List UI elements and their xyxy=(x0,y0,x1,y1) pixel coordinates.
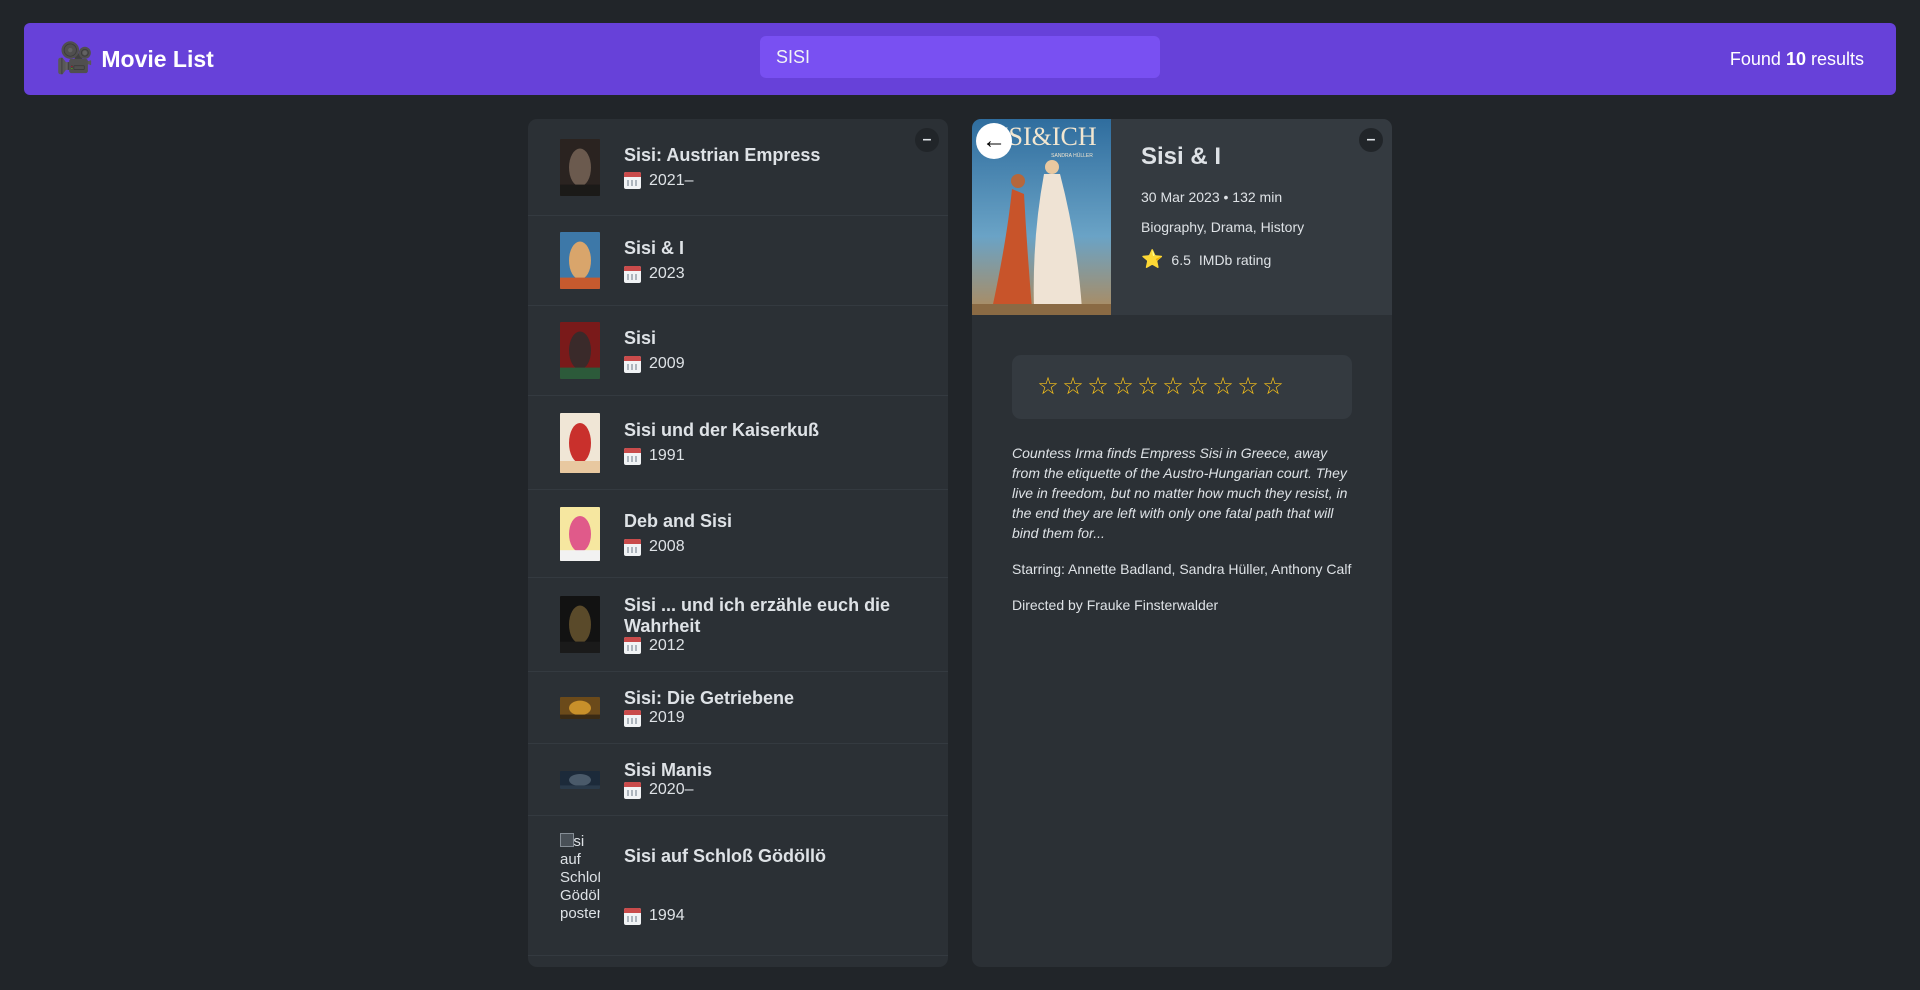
movie-list-item[interactable]: Sisi Manis 2020– xyxy=(528,744,948,816)
runtime: 132 min xyxy=(1232,189,1283,205)
movie-year: 2012 xyxy=(624,637,916,655)
movie-list-item[interactable]: Sisi 2009 xyxy=(528,306,948,396)
results-count: Found 10 results xyxy=(1729,49,1864,69)
calendar-icon xyxy=(624,781,641,799)
rating-star-icon[interactable]: ☆ xyxy=(1136,375,1160,399)
calendar-icon xyxy=(624,447,641,465)
navbar: 🎥 Movie List Found 10 results xyxy=(24,23,1896,95)
imdb-rating: ⭐ 6.5 IMDb rating xyxy=(1141,249,1304,270)
results-count-number: 10 xyxy=(1785,49,1806,69)
movie-details-box: – SISI&ICH SANDRA HÜLLER ← Sisi & I 30 M… xyxy=(972,119,1392,967)
movie-poster xyxy=(560,770,600,789)
imdb-rating-label: IMDb rating xyxy=(1198,251,1272,268)
movie-list-item[interactable]: Sisi: Die Getriebene 2019 xyxy=(528,672,948,744)
movie-year: 2021– xyxy=(624,172,820,190)
movie-year: 2023 xyxy=(624,265,685,283)
movie-title: Sisi: Austrian Empress xyxy=(624,144,821,165)
release-date: 30 Mar 2023 xyxy=(1141,189,1220,205)
calendar-icon xyxy=(624,538,641,556)
calendar-icon xyxy=(624,172,641,189)
details-collapse-button[interactable]: – xyxy=(1359,128,1383,152)
details-body: ☆ ☆ ☆ ☆ ☆ ☆ ☆ ☆ ☆ ☆ Countess Irma finds Empress S… xyxy=(972,315,1392,615)
imdb-rating-value: 6.5 xyxy=(1171,251,1191,268)
calendar-icon xyxy=(624,265,641,283)
movie-list-item[interactable]: Sisi & I 2023 xyxy=(528,216,948,306)
rating-star-icon[interactable]: ☆ xyxy=(1061,375,1085,399)
user-rating-box: ☆ ☆ ☆ ☆ ☆ ☆ ☆ ☆ ☆ ☆ xyxy=(1012,355,1352,419)
poster-cast-text: SANDRA HÜLLER xyxy=(1051,152,1093,159)
movie-year: 2019 xyxy=(624,709,794,727)
movie-poster xyxy=(560,322,600,379)
rating-star-icon[interactable]: ☆ xyxy=(1036,375,1060,399)
calendar-icon xyxy=(624,907,641,925)
star-rating: ☆ ☆ ☆ ☆ ☆ ☆ ☆ ☆ ☆ ☆ xyxy=(1036,375,1285,399)
movie-title: Sisi & I xyxy=(1141,143,1222,170)
movie-title: Deb and Sisi xyxy=(624,511,733,531)
movie-poster xyxy=(560,412,600,473)
rating-star-icon[interactable]: ☆ xyxy=(1236,375,1260,399)
movie-poster xyxy=(560,596,600,653)
movie-list-item[interactable]: Sisi ... und ich erzähle euch die Wahrhe… xyxy=(528,578,948,672)
genres: Biography, Drama, History xyxy=(1141,219,1305,235)
movie-title: Sisi ... und ich erzähle euch die Wahrhe… xyxy=(624,594,891,636)
calendar-icon xyxy=(624,709,641,727)
movie-year: 2020– xyxy=(624,781,712,799)
rating-star-icon[interactable]: ☆ xyxy=(1211,375,1235,399)
movie-list-item[interactable]: Deb and Sisi 2008 xyxy=(528,490,948,578)
rating-star-icon[interactable]: ☆ xyxy=(1261,375,1285,399)
movie-camera-icon: 🎥 xyxy=(56,42,94,75)
movie-year: 1991 xyxy=(624,447,819,465)
movie-list-item[interactable]: Sisi: Austrian Empress 2021– xyxy=(528,119,948,216)
calendar-icon xyxy=(624,355,641,373)
movie-poster xyxy=(560,506,600,561)
details-overview: Sisi & I 30 Mar 2023 • 132 min Biography… xyxy=(1111,119,1334,315)
details-header: SISI&ICH SANDRA HÜLLER ← Sisi & I 30 Mar… xyxy=(972,119,1392,315)
plot: Countess Irma finds Empress Sisi in Gree… xyxy=(1012,445,1348,541)
movie-title: Sisi und der Kaiserkuß xyxy=(624,420,820,440)
starring: Starring: Annette Badland, Sandra Hüller… xyxy=(1012,561,1352,577)
movie-year: 2008 xyxy=(624,538,732,556)
movie-poster xyxy=(560,232,600,289)
movie-list-item[interactable]: Sisi auf Schloß Gödöllö poster Sisi auf S… xyxy=(528,816,948,956)
star-icon: ⭐ xyxy=(1141,249,1164,269)
movie-title: Sisi auf Schloß Gödöllö xyxy=(624,846,827,866)
back-button[interactable]: ← xyxy=(976,123,1012,159)
movie-year: 2009 xyxy=(624,355,685,373)
movie-title: Sisi Manis xyxy=(624,760,713,780)
search-input[interactable] xyxy=(760,36,1160,78)
movie-list-box: – Sisi: Austrian Empress 2021– Sisi & I 202… xyxy=(528,119,948,967)
rating-star-icon[interactable]: ☆ xyxy=(1111,375,1135,399)
rating-star-icon[interactable]: ☆ xyxy=(1186,375,1210,399)
rating-star-icon[interactable]: ☆ xyxy=(1086,375,1110,399)
list-collapse-button[interactable]: – xyxy=(915,128,939,152)
director: Directed by Frauke Finsterwalder xyxy=(1012,597,1219,613)
movie-title: Sisi & I xyxy=(624,238,685,258)
logo: 🎥 Movie List xyxy=(56,44,214,74)
movie-title: Sisi xyxy=(624,328,657,348)
movie-list-item[interactable]: Sisi und der Kaiserkuß 1991 xyxy=(528,396,948,490)
movie-poster xyxy=(560,138,600,196)
movie-poster xyxy=(560,696,600,719)
app-title: Movie List xyxy=(101,45,214,72)
calendar-icon xyxy=(624,637,641,654)
release-runtime: 30 Mar 2023 • 132 min xyxy=(1141,189,1283,205)
movie-list: Sisi: Austrian Empress 2021– Sisi & I 2023 S… xyxy=(528,119,948,956)
movie-title: Sisi: Die Getriebene xyxy=(624,688,795,708)
movie-year: 1994 xyxy=(624,907,826,925)
rating-star-icon[interactable]: ☆ xyxy=(1161,375,1185,399)
movie-poster-broken: Sisi auf Schloß Gödöllö poster xyxy=(560,832,600,939)
